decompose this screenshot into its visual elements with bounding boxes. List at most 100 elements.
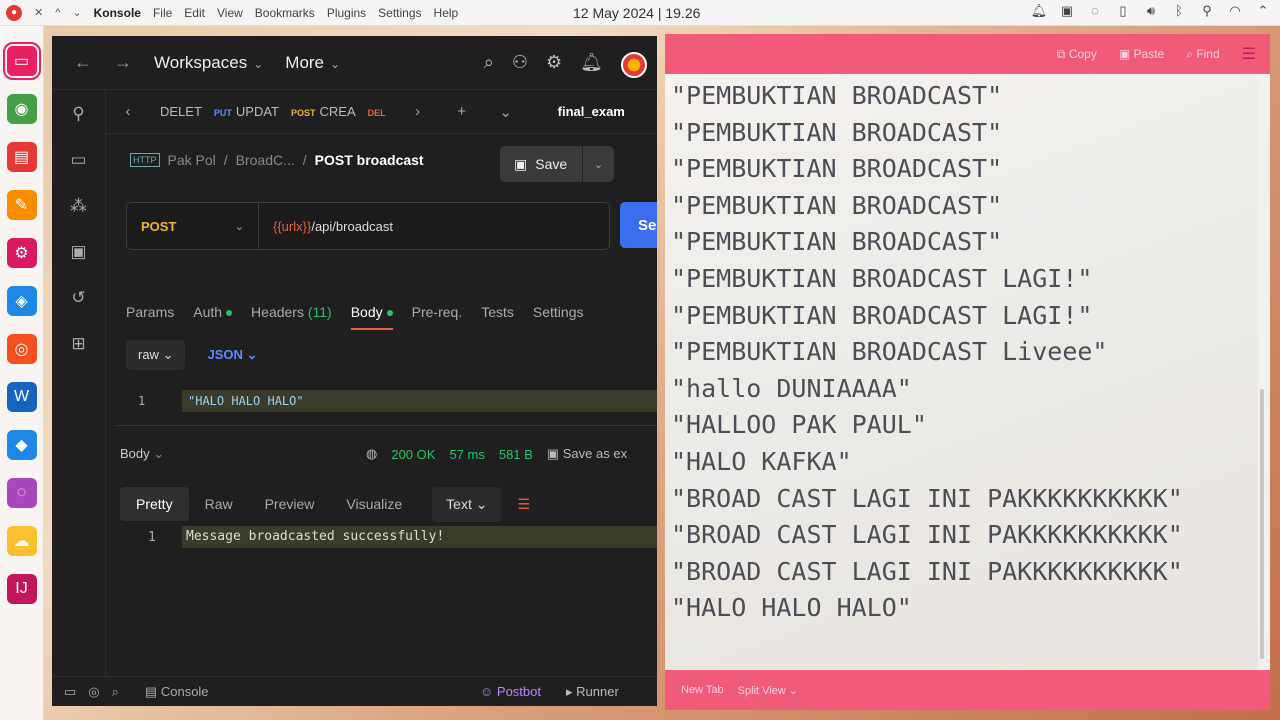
postbot-button[interactable]: ☺ Postbot <box>480 684 541 699</box>
close-window-button[interactable]: ✕ <box>34 6 43 19</box>
breadcrumb-folder[interactable]: BroadC... <box>236 152 295 168</box>
tab-create[interactable]: POST CREA <box>285 104 362 119</box>
obs-icon[interactable]: ◌ <box>6 478 37 508</box>
wifi-icon[interactable]: ◠ <box>1226 3 1244 19</box>
menu-edit[interactable]: Edit <box>184 6 205 20</box>
tabs-dropdown-icon[interactable]: ⌄ <box>484 103 528 121</box>
box-icon[interactable]: ◈ <box>6 286 37 316</box>
postman-icon[interactable]: ◎ <box>6 334 37 364</box>
docker-icon[interactable]: ◆ <box>6 430 37 460</box>
response-body-code[interactable]: Message broadcasted successfully! <box>182 526 657 548</box>
tabs-scroll-right-icon[interactable]: › <box>396 103 440 120</box>
minimize-window-button[interactable]: ⌄ <box>72 6 81 19</box>
battery-icon[interactable]: ▯ <box>1114 3 1132 19</box>
forward-arrow-icon[interactable]: → <box>114 52 132 73</box>
response-body-selector[interactable]: Body ⌄ <box>120 446 164 462</box>
new-tab-plus-icon[interactable]: + <box>440 103 484 120</box>
vpn-icon[interactable]: ⚲ <box>1198 3 1216 19</box>
menu-view[interactable]: View <box>217 6 243 20</box>
back-arrow-icon[interactable]: ← <box>74 52 92 73</box>
terminal-scrollbar[interactable] <box>1258 74 1266 670</box>
bell-icon[interactable]: 🔔︎ <box>580 52 603 78</box>
tab-auth[interactable]: Auth <box>193 304 233 330</box>
scrollbar-thumb[interactable] <box>1260 389 1264 659</box>
tab-visualize[interactable]: Visualize <box>330 487 418 521</box>
tab-pretty[interactable]: Pretty <box>120 487 189 521</box>
notification-bell-icon[interactable]: 🔔︎ <box>1030 3 1048 19</box>
folder-icon[interactable]: ▤ <box>6 142 37 172</box>
menu-plugins[interactable]: Plugins <box>327 6 366 20</box>
toggle-sidebar-icon[interactable]: ▭ <box>64 684 76 700</box>
tray-expand-icon[interactable]: ⌃ <box>1254 3 1272 19</box>
maximize-window-button[interactable]: ^ <box>55 7 60 19</box>
terminal-output[interactable]: "PEMBUKTIAN BROADCAST" "PEMBUKTIAN BROADC… <box>665 74 1258 670</box>
body-mode-select[interactable]: raw ⌄ <box>126 340 186 370</box>
method-selector[interactable]: POST ⌄ <box>127 203 259 249</box>
tab-tests[interactable]: Tests <box>481 304 514 330</box>
obs-tray-icon[interactable]: ◌ <box>1086 3 1104 19</box>
find-icon[interactable]: ⌕ <box>112 684 119 700</box>
status-badge[interactable]: 200 OK <box>391 447 435 462</box>
workspaces-menu[interactable]: Workspaces ⌄ <box>154 53 263 73</box>
editor-icon[interactable]: ✎ <box>6 190 37 220</box>
online-status-icon[interactable]: ◎ <box>88 684 99 700</box>
user-icon[interactable]: ⚲ <box>72 104 84 124</box>
word-icon[interactable]: W <box>6 382 37 412</box>
paste-button[interactable]: ▣ Paste <box>1119 47 1164 61</box>
volume-icon[interactable]: 🔊︎ <box>1142 3 1160 19</box>
menu-bookmarks[interactable]: Bookmarks <box>255 6 315 20</box>
tab-delete-2[interactable]: DEL <box>362 104 396 119</box>
copy-button[interactable]: ⧉ Copy <box>1057 47 1097 62</box>
tab-preview[interactable]: Preview <box>249 487 331 521</box>
tab-raw[interactable]: Raw <box>189 487 249 521</box>
request-body-code[interactable]: "HALO HALO HALO" <box>182 390 657 412</box>
split-view-button[interactable]: Split View ⌄ <box>738 684 798 697</box>
menu-help[interactable]: Help <box>434 6 459 20</box>
mock-server-icon[interactable]: ▣ <box>70 242 86 262</box>
weather-icon[interactable]: ☁ <box>6 526 37 556</box>
tab-headers[interactable]: Headers (11) <box>251 304 332 330</box>
save-dropdown-chevron-icon[interactable]: ⌄ <box>582 146 614 182</box>
settings-icon[interactable]: ⚙ <box>6 238 37 268</box>
environment-selector[interactable]: final_exam <box>548 104 635 119</box>
add-user-icon[interactable]: ⚇ <box>512 52 528 78</box>
tab-prereq[interactable]: Pre-req. <box>412 304 463 330</box>
url-input[interactable]: {{urlx}}/api/broadcast <box>259 219 393 234</box>
avatar[interactable] <box>621 52 647 78</box>
response-body-viewer[interactable]: 1 Message broadcasted successfully! <box>116 526 657 550</box>
body-format-select[interactable]: JSON ⌄ <box>199 340 265 370</box>
save-as-example-button[interactable]: ▣ Save as ex <box>547 446 627 462</box>
chrome-icon[interactable]: ◉ <box>6 94 37 124</box>
wrap-lines-icon[interactable]: ☰ <box>517 496 530 513</box>
response-format-select[interactable]: Text ⌄ <box>432 486 502 522</box>
response-size[interactable]: 581 B <box>499 447 533 462</box>
tab-delete[interactable]: DELET <box>150 104 208 119</box>
send-button[interactable]: Se <box>620 202 657 248</box>
globe-icon[interactable]: ◍ <box>366 446 377 462</box>
page-title[interactable]: POST broadcast <box>315 152 424 168</box>
breadcrumb-collection[interactable]: Pak Pol <box>168 152 216 168</box>
bluetooth-icon[interactable]: ᛒ <box>1170 3 1188 19</box>
tab-body[interactable]: Body <box>350 304 393 330</box>
hamburger-menu-icon[interactable]: ☰ <box>1242 44 1256 64</box>
search-icon[interactable]: ⌕ <box>484 52 494 78</box>
tab-update[interactable]: PUT UPDAT <box>208 104 285 119</box>
menu-file[interactable]: File <box>153 6 172 20</box>
menu-settings[interactable]: Settings <box>378 6 421 20</box>
add-apps-icon[interactable]: ⊞ <box>71 334 85 354</box>
console-button[interactable]: ▤ Console <box>145 684 209 700</box>
clipboard-icon[interactable]: ▣ <box>1058 3 1076 19</box>
intellij-icon[interactable]: IJ <box>6 574 37 604</box>
more-menu[interactable]: More ⌄ <box>285 53 340 73</box>
request-body-editor[interactable]: 1 "HALO HALO HALO" <box>116 386 657 426</box>
tab-params[interactable]: Params <box>126 304 174 330</box>
tabs-scroll-left-icon[interactable]: ‹ <box>106 103 150 120</box>
history-icon[interactable]: ↺ <box>71 288 85 308</box>
system-clock[interactable]: 12 May 2024 | 19.26 <box>573 5 700 21</box>
response-time[interactable]: 57 ms <box>449 447 484 462</box>
trash-icon[interactable]: ▭ <box>70 150 86 170</box>
save-button[interactable]: ▣ Save ⌄ <box>500 146 614 182</box>
new-tab-button[interactable]: New Tab <box>681 684 724 696</box>
environments-icon[interactable]: ⁂ <box>70 196 87 216</box>
konsole-icon[interactable]: ▭ <box>2 42 41 80</box>
